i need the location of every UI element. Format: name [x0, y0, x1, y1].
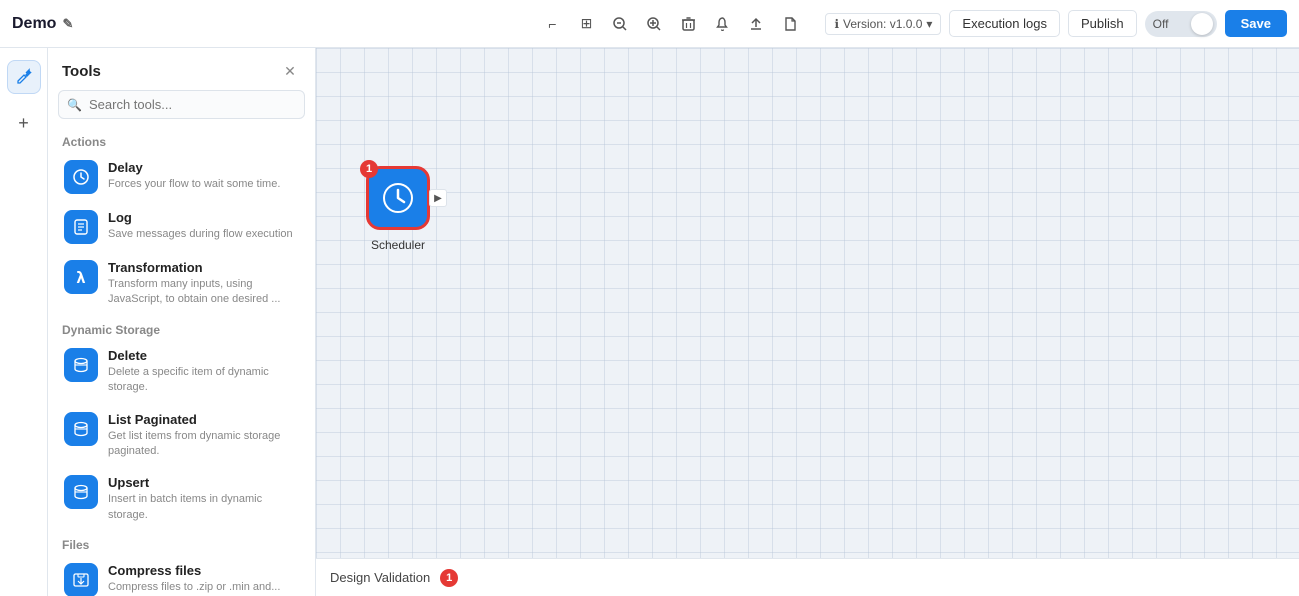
section-label-dynamic-storage: Dynamic Storage [58, 317, 305, 341]
edit-title-icon[interactable]: ✎ [62, 16, 73, 32]
compress-files-info: Compress files Compress files to .zip or… [108, 563, 299, 595]
upload-btn[interactable] [741, 9, 771, 39]
tools-search-input[interactable] [58, 90, 305, 119]
flow-icon-btn[interactable]: ⌐ [537, 9, 567, 39]
delete-btn[interactable] [673, 9, 703, 39]
left-sidebar: + [0, 48, 48, 596]
bell-btn[interactable] [707, 9, 737, 39]
tool-item-log[interactable]: Log Save messages during flow execution [58, 203, 305, 251]
compress-files-name: Compress files [108, 563, 299, 578]
tools-panel-header: Tools ✕ [48, 48, 315, 90]
canvas-area[interactable]: 1 ▶ Scheduler Design Validation 1 [316, 48, 1299, 596]
tool-item-list-paginated[interactable]: List Paginated Get list items from dynam… [58, 405, 305, 467]
add-node-btn[interactable]: + [7, 106, 41, 140]
transformation-desc: Transform many inputs, using JavaScript,… [108, 277, 299, 308]
upsert-icon [64, 475, 98, 509]
file-btn[interactable] [775, 9, 805, 39]
zoom-out-btn[interactable] [605, 9, 635, 39]
toggle-label: Off [1153, 17, 1169, 31]
transformation-info: Transformation Transform many inputs, us… [108, 260, 299, 308]
zoom-in-btn[interactable] [639, 9, 669, 39]
compress-files-icon [64, 563, 98, 596]
grid-icon-btn[interactable]: ⊞ [571, 9, 601, 39]
scheduler-expand-arrow[interactable]: ▶ [429, 189, 447, 207]
upsert-name: Upsert [108, 475, 299, 490]
topbar: Demo ✎ ⌐ ⊞ [0, 0, 1299, 48]
delay-info: Delay Forces your flow to wait some time… [108, 160, 299, 192]
toggle-off-switch[interactable]: Off [1145, 11, 1217, 37]
design-validation-badge: 1 [440, 569, 458, 587]
scheduler-badge: 1 [360, 160, 378, 178]
toolbar-icons: ⌐ ⊞ [537, 9, 805, 39]
list-paginated-info: List Paginated Get list items from dynam… [108, 412, 299, 460]
tools-panel-title: Tools [62, 63, 101, 80]
list-paginated-icon [64, 412, 98, 446]
tool-item-upsert[interactable]: Upsert Insert in batch items in dynamic … [58, 468, 305, 530]
list-paginated-desc: Get list items from dynamic storage pagi… [108, 429, 299, 460]
execution-logs-button[interactable]: Execution logs [949, 10, 1060, 37]
log-name: Log [108, 210, 299, 225]
tools-search-area: 🔍 [58, 90, 305, 119]
version-chevron-icon: ▾ [926, 17, 932, 31]
version-text: Version: v1.0.0 [843, 17, 922, 31]
tool-item-compress-files[interactable]: Compress files Compress files to .zip or… [58, 556, 305, 596]
scheduler-node: 1 ▶ Scheduler [366, 166, 430, 252]
tools-panel: Tools ✕ 🔍 Actions Delay Forces your flow… [48, 48, 316, 596]
transformation-icon: λ [64, 260, 98, 294]
tool-item-delete[interactable]: Delete Delete a specific item of dynamic… [58, 341, 305, 403]
transformation-name: Transformation [108, 260, 299, 275]
tools-sidebar-btn[interactable] [7, 60, 41, 94]
info-icon: ℹ [834, 17, 839, 31]
log-icon [64, 210, 98, 244]
delay-desc: Forces your flow to wait some time. [108, 177, 299, 192]
main-area: + Tools ✕ 🔍 Actions Delay [0, 48, 1299, 596]
compress-files-desc: Compress files to .zip or .min and... [108, 580, 299, 595]
list-paginated-name: List Paginated [108, 412, 299, 427]
search-icon: 🔍 [67, 98, 82, 112]
tools-panel-close-btn[interactable]: ✕ [279, 60, 301, 82]
log-desc: Save messages during flow execution [108, 227, 299, 242]
delete-desc: Delete a specific item of dynamic storag… [108, 365, 299, 396]
tools-list: Actions Delay Forces your flow to wait s… [48, 129, 315, 596]
app-title: Demo [12, 15, 56, 33]
delete-name: Delete [108, 348, 299, 363]
plus-icon: + [18, 113, 29, 134]
delay-icon [64, 160, 98, 194]
bottom-bar: Design Validation 1 [316, 558, 1299, 596]
scheduler-label: Scheduler [371, 238, 425, 252]
delay-name: Delay [108, 160, 299, 175]
publish-button[interactable]: Publish [1068, 10, 1137, 37]
scheduler-box[interactable]: ▶ [366, 166, 430, 230]
app-title-area: Demo ✎ [12, 15, 73, 33]
upsert-info: Upsert Insert in batch items in dynamic … [108, 475, 299, 523]
section-label-files: Files [58, 532, 305, 556]
log-info: Log Save messages during flow execution [108, 210, 299, 242]
section-label-actions: Actions [58, 129, 305, 153]
tool-item-delay[interactable]: Delay Forces your flow to wait some time… [58, 153, 305, 201]
toggle-circle [1191, 13, 1213, 35]
version-badge[interactable]: ℹ Version: v1.0.0 ▾ [825, 13, 941, 35]
save-button[interactable]: Save [1225, 10, 1287, 37]
delete-storage-icon [64, 348, 98, 382]
tool-item-transformation[interactable]: λ Transformation Transform many inputs, … [58, 253, 305, 315]
design-validation-label: Design Validation [330, 570, 430, 585]
delete-info: Delete Delete a specific item of dynamic… [108, 348, 299, 396]
upsert-desc: Insert in batch items in dynamic storage… [108, 492, 299, 523]
